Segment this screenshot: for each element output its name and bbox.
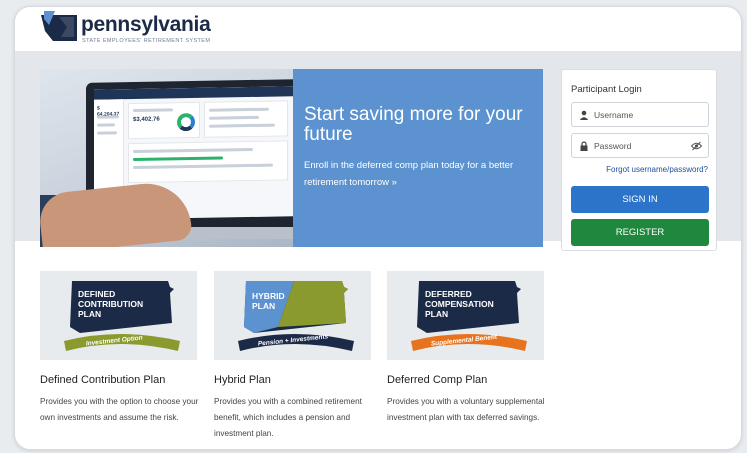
plan-badge-image: HYBRID PLAN Pension + Investments [214, 271, 371, 360]
app-card [128, 140, 288, 184]
app-line [97, 115, 119, 119]
app-line [97, 123, 115, 127]
eye-slash-icon[interactable] [691, 141, 702, 151]
login-title: Participant Login [571, 84, 642, 95]
screen-amount: $3,402.76 [133, 116, 160, 124]
user-icon [579, 110, 589, 120]
plan-description: Provides you with the option to choose y… [40, 397, 199, 422]
hero-title: Start saving more for your future [304, 104, 523, 145]
plan-title[interactable]: Deferred Comp Plan [387, 374, 487, 386]
forgot-credentials-link[interactable]: Forgot username/password? [606, 165, 708, 174]
plan-title[interactable]: Hybrid Plan [214, 374, 271, 386]
badge-line: PLAN [425, 309, 448, 319]
app-card: $3,402.76 [128, 101, 200, 140]
app-card [204, 100, 288, 138]
pennsylvania-badge-icon: HYBRID PLAN Pension + Investments [238, 281, 354, 351]
plan-description: Provides you with a voluntary supplement… [387, 397, 545, 422]
badge-line: COMPENSATION [425, 299, 494, 309]
plan-description: Provides you with a combined retirement … [214, 397, 362, 438]
badge-line: PLAN [78, 309, 101, 319]
keystone-logo-icon [41, 11, 77, 41]
badge-line: HYBRID [252, 291, 285, 301]
hand [40, 179, 193, 247]
badge-line: CONTRIBUTION [78, 299, 143, 309]
logo-text: pennsylvania [81, 13, 211, 36]
password-field[interactable] [571, 133, 709, 158]
page-frame: pennsylvania STATE EMPLOYEES' RETIREMENT… [14, 6, 742, 450]
plan-badge-image: DEFERRED COMPENSATION PLAN Supplemental … [387, 271, 544, 360]
site-logo[interactable]: pennsylvania STATE EMPLOYEES' RETIREMENT… [41, 11, 241, 51]
hero-enroll-link[interactable]: Enroll in the deferred comp plan today f… [304, 157, 539, 191]
username-input[interactable] [594, 106, 690, 124]
badge-line: DEFERRED [425, 289, 472, 299]
pennsylvania-badge-icon: DEFINED CONTRIBUTION PLAN Investment Opt… [64, 281, 180, 351]
badge-line: DEFINED [78, 289, 115, 299]
app-line [209, 107, 269, 112]
app-line [133, 108, 173, 113]
username-field[interactable] [571, 102, 709, 127]
lock-icon [580, 141, 588, 151]
hero-photo: $ 64,204.37 $3,402.76 [40, 69, 320, 247]
logo-subtitle: STATE EMPLOYEES' RETIREMENT SYSTEM [82, 38, 211, 44]
app-topbar [94, 86, 293, 100]
app-line [97, 131, 117, 135]
pennsylvania-badge-icon: DEFERRED COMPENSATION PLAN Supplemental … [411, 281, 527, 351]
app-line [209, 115, 259, 120]
app-line [133, 163, 273, 170]
donut-chart-icon [177, 112, 195, 132]
password-input[interactable] [594, 137, 690, 155]
app-line [133, 147, 253, 154]
hero-banner: $ 64,204.37 $3,402.76 [40, 69, 543, 247]
badge-line: PLAN [252, 301, 275, 311]
plan-title[interactable]: Defined Contribution Plan [40, 374, 165, 386]
app-line [133, 156, 223, 162]
sign-in-button[interactable]: SIGN IN [571, 186, 709, 213]
login-panel: Participant Login Forgot username/passwo… [561, 69, 717, 251]
register-button[interactable]: REGISTER [571, 219, 709, 246]
plan-badge-image: DEFINED CONTRIBUTION PLAN Investment Opt… [40, 271, 197, 360]
app-line [209, 123, 275, 128]
